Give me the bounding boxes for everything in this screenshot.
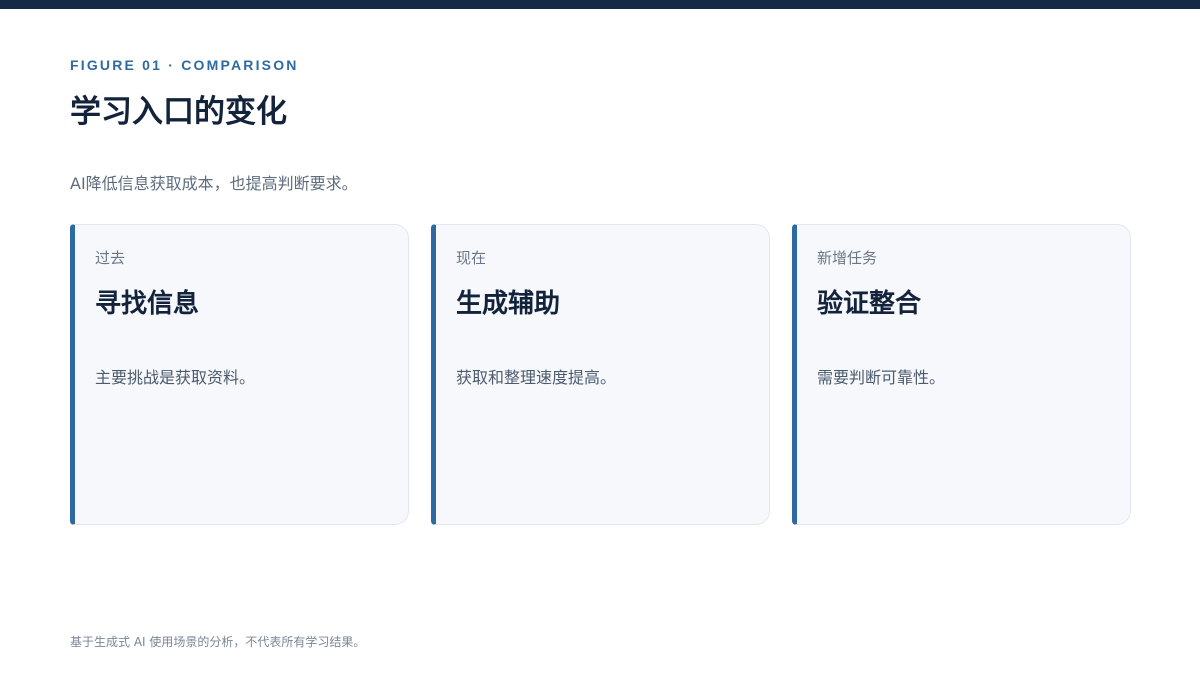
- card-kicker: 新增任务: [817, 249, 878, 267]
- card-heading: 寻找信息: [95, 289, 200, 319]
- card-kicker: 过去: [95, 249, 126, 267]
- card-kicker: 现在: [456, 249, 487, 267]
- card-new-task: 新增任务 验证整合 需要判断可靠性。: [792, 224, 1131, 525]
- card-present: 现在 生成辅助 获取和整理速度提高。: [431, 224, 770, 525]
- card-heading: 验证整合: [817, 289, 922, 319]
- card-body: 主要挑战是获取资料。: [95, 368, 256, 387]
- page-subtitle: AI降低信息获取成本，也提高判断要求。: [70, 174, 358, 193]
- card-body: 获取和整理速度提高。: [456, 368, 617, 387]
- figure-label: FIGURE 01 · COMPARISON: [70, 57, 299, 73]
- card-heading: 生成辅助: [456, 289, 561, 319]
- page-title: 学习入口的变化: [70, 94, 287, 130]
- footnote: 基于生成式 AI 使用场景的分析，不代表所有学习结果。: [70, 635, 366, 649]
- comparison-cards: 过去 寻找信息 主要挑战是获取资料。 现在 生成辅助 获取和整理速度提高。 新增…: [70, 224, 1131, 525]
- top-accent-bar: [0, 0, 1200, 9]
- card-past: 过去 寻找信息 主要挑战是获取资料。: [70, 224, 409, 525]
- card-body: 需要判断可靠性。: [817, 368, 946, 387]
